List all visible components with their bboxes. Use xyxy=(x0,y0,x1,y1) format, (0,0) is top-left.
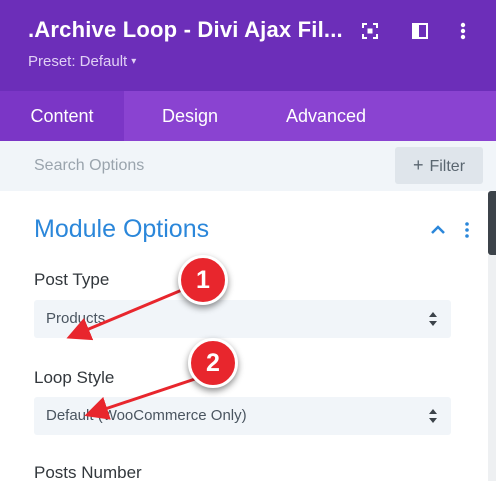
post-type-label: Post Type xyxy=(34,270,110,289)
plus-icon: + xyxy=(412,155,424,175)
search-options-input[interactable] xyxy=(0,141,380,191)
posts-number-label: Posts Number xyxy=(34,463,142,481)
post-type-select[interactable]: Products xyxy=(34,300,451,338)
loop-style-value: Default (WooCommerce Only) xyxy=(46,407,247,424)
section-title[interactable]: Module Options xyxy=(34,215,209,244)
vertical-dots-icon[interactable] xyxy=(462,220,472,240)
tab-advanced[interactable]: Advanced xyxy=(266,91,386,141)
sidebar-toggle-icon[interactable] xyxy=(409,20,431,42)
preset-selector[interactable]: Preset: Default ▾ xyxy=(28,53,136,70)
post-type-value: Products xyxy=(46,310,106,327)
tab-content[interactable]: Content xyxy=(0,91,124,141)
settings-tabs: Content Design Advanced xyxy=(0,91,496,141)
caret-down-icon: ▾ xyxy=(131,56,137,67)
select-arrows-icon xyxy=(429,409,437,423)
loop-style-label: Loop Style xyxy=(34,368,115,387)
annotation-marker-2: 2 xyxy=(188,338,238,388)
scrollbar-track[interactable] xyxy=(488,255,496,481)
expand-icon[interactable] xyxy=(359,20,381,42)
more-options-icon[interactable] xyxy=(452,20,474,42)
filter-button[interactable]: + Filter xyxy=(395,147,483,184)
tab-design[interactable]: Design xyxy=(140,91,240,141)
select-arrows-icon xyxy=(429,312,437,326)
loop-style-select[interactable]: Default (WooCommerce Only) xyxy=(34,397,451,435)
scrollbar-thumb[interactable] xyxy=(488,191,496,255)
module-settings-header: .Archive Loop - Divi Ajax Fil... Preset:… xyxy=(0,0,496,91)
chevron-up-icon[interactable] xyxy=(430,222,446,238)
module-title: .Archive Loop - Divi Ajax Fil... xyxy=(28,17,343,42)
preset-label: Preset: Default xyxy=(28,53,128,70)
filter-label: Filter xyxy=(429,158,466,175)
annotation-marker-1: 1 xyxy=(178,255,228,305)
